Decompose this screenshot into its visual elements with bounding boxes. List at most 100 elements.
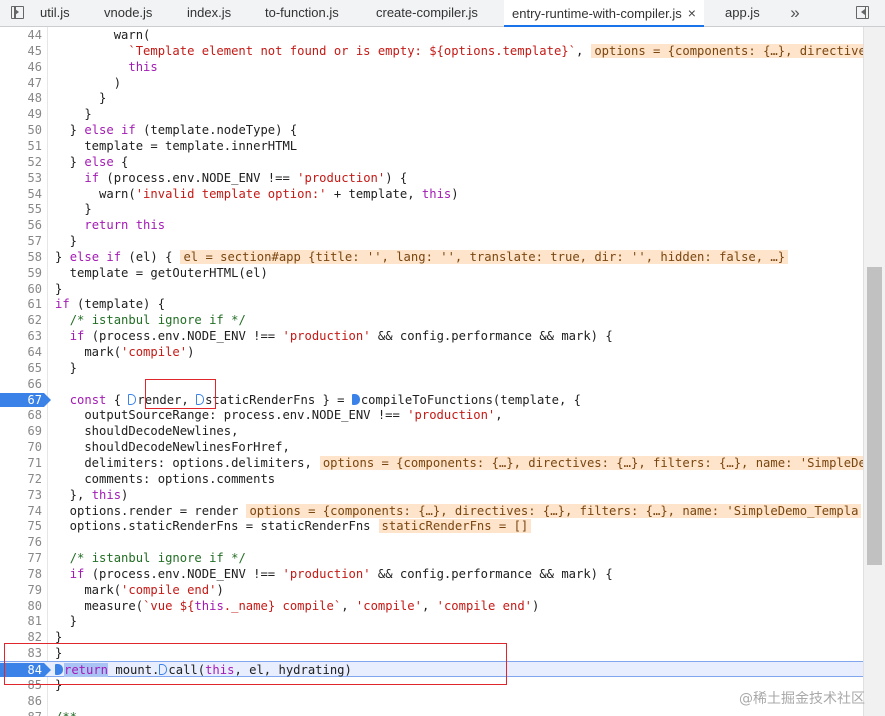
code-line: 57 } <box>0 233 863 249</box>
inline-value-preview[interactable]: options = {components: {…}, directives: … <box>246 503 862 518</box>
line-number[interactable]: 58 <box>0 249 42 265</box>
code-token: template = template.innerHTML <box>55 138 298 153</box>
line-number[interactable]: 61 <box>0 296 42 312</box>
code-string: ._name} compile` <box>223 598 342 613</box>
inline-value-preview[interactable]: staticRenderFns = [] <box>378 519 532 534</box>
code-comment: /** <box>55 710 77 716</box>
line-number[interactable]: 55 <box>0 201 42 217</box>
code-token: mark( <box>55 345 122 359</box>
inline-breakpoint-icon[interactable] <box>351 393 360 405</box>
code-line: 44 warn( <box>0 27 863 43</box>
code-text: shouldDecodeNewlinesForHref, <box>55 439 289 455</box>
code-token: , <box>495 408 503 423</box>
tab-entry-runtime-with-compiler-js[interactable]: entry-runtime-with-compiler.js × <box>504 0 704 27</box>
code-text: } else if (el) {el = section#app {title:… <box>55 249 789 265</box>
line-number[interactable]: 63 <box>0 328 42 344</box>
code-token: } <box>55 91 107 106</box>
line-number[interactable]: 80 <box>0 598 42 614</box>
line-number[interactable]: 81 <box>0 613 42 629</box>
line-number[interactable]: 60 <box>0 281 42 297</box>
line-number[interactable]: 54 <box>0 186 42 202</box>
line-number[interactable]: 86 <box>0 693 42 709</box>
code-text: if (process.env.NODE_ENV !== 'production… <box>55 170 407 186</box>
line-number[interactable]: 68 <box>0 407 42 423</box>
line-number[interactable]: 67 <box>0 392 42 408</box>
line-number[interactable]: 46 <box>0 59 42 75</box>
more-tabs-icon[interactable]: » <box>785 0 805 27</box>
line-number[interactable]: 48 <box>0 90 42 106</box>
line-number[interactable]: 51 <box>0 138 42 154</box>
code-text: measure(`vue ${this._name} compile`, 'co… <box>55 598 539 614</box>
line-number[interactable]: 59 <box>0 265 42 281</box>
navigator-toggle-icon[interactable] <box>11 6 24 19</box>
tab-to-function-js[interactable]: to-function.js <box>265 0 339 27</box>
vertical-scrollbar[interactable] <box>863 27 885 716</box>
line-number[interactable]: 44 <box>0 27 42 43</box>
line-number[interactable]: 49 <box>0 106 42 122</box>
code-line: 81 } <box>0 613 863 629</box>
code-string: 'compile end' <box>121 582 217 597</box>
line-number[interactable]: 87 <box>0 709 42 716</box>
code-token: comments: options.comments <box>55 471 276 486</box>
code-line: 54 warn('invalid template option:' + tem… <box>0 186 863 202</box>
line-number[interactable]: 77 <box>0 550 42 566</box>
code-text: ) <box>55 75 121 91</box>
inline-breakpoint-icon[interactable] <box>128 393 137 405</box>
tab-label: index.js <box>187 5 232 20</box>
line-number[interactable]: 47 <box>0 75 42 91</box>
code-text: return this <box>55 217 165 233</box>
code-text: } <box>55 360 77 376</box>
code-keyword: if <box>84 170 100 185</box>
watermark: @稀土掘金技术社区 <box>739 691 865 707</box>
code-text: `Template element not found or is empty:… <box>55 43 863 59</box>
line-number[interactable]: 76 <box>0 534 42 550</box>
tab-index-js[interactable]: index.js <box>187 0 231 27</box>
code-text: this <box>55 59 157 75</box>
line-number[interactable]: 71 <box>0 455 42 471</box>
code-editor[interactable]: 44 warn(45 `Template element not found o… <box>0 27 863 716</box>
code-line: 59 template = getOuterHTML(el) <box>0 265 863 281</box>
code-token: } <box>55 107 92 122</box>
tab-create-compiler-js[interactable]: create-compiler.js <box>376 0 478 27</box>
code-keyword: this <box>421 186 452 201</box>
line-number[interactable]: 72 <box>0 471 42 487</box>
line-number[interactable]: 53 <box>0 170 42 186</box>
debugger-pane-toggle-icon[interactable] <box>856 6 869 19</box>
line-number[interactable]: 56 <box>0 217 42 233</box>
tab-util-js[interactable]: util.js <box>40 0 70 27</box>
line-number[interactable]: 64 <box>0 344 42 360</box>
code-line: 52 } else { <box>0 154 863 170</box>
line-number[interactable]: 70 <box>0 439 42 455</box>
tab-app-js[interactable]: app.js <box>725 0 760 27</box>
line-number[interactable]: 57 <box>0 233 42 249</box>
line-number[interactable]: 73 <box>0 487 42 503</box>
line-number[interactable]: 69 <box>0 423 42 439</box>
code-token: measure( <box>55 598 144 613</box>
code-token: ) <box>121 487 129 502</box>
line-number[interactable]: 66 <box>0 376 42 392</box>
line-number[interactable]: 79 <box>0 582 42 598</box>
line-number[interactable]: 74 <box>0 503 42 519</box>
line-number[interactable]: 75 <box>0 518 42 534</box>
line-number[interactable]: 65 <box>0 360 42 376</box>
code-string: 'compile' <box>355 598 422 613</box>
code-token: , <box>341 598 356 613</box>
line-number[interactable]: 52 <box>0 154 42 170</box>
inline-value-preview[interactable]: options = {components: {…}, directives: … <box>319 455 863 470</box>
scrollbar-thumb[interactable] <box>867 267 882 565</box>
line-number[interactable]: 45 <box>0 43 42 59</box>
code-text: template = template.innerHTML <box>55 138 297 154</box>
line-number[interactable]: 50 <box>0 122 42 138</box>
code-keyword: return this <box>84 218 166 233</box>
line-number[interactable]: 62 <box>0 312 42 328</box>
line-number[interactable]: 78 <box>0 566 42 582</box>
inline-value-preview[interactable]: el = section#app {title: '', lang: '', t… <box>180 249 789 264</box>
tab-vnode-js[interactable]: vnode.js <box>104 0 152 27</box>
inline-value-preview[interactable]: options = {components: {…}, directives: … <box>591 43 863 58</box>
close-icon[interactable]: × <box>688 5 696 21</box>
tab-label: util.js <box>40 5 70 20</box>
